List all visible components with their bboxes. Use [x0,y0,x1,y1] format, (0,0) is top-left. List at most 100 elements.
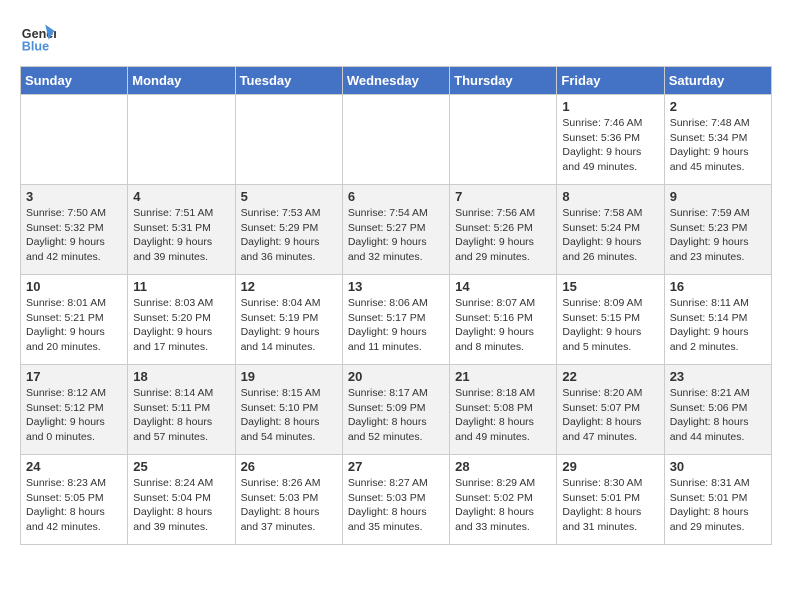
day-info: Sunrise: 7:50 AM Sunset: 5:32 PM Dayligh… [26,206,122,265]
calendar-week-row: 1 Sunrise: 7:46 AM Sunset: 5:36 PM Daylig… [21,95,772,185]
calendar-cell: 10 Sunrise: 8:01 AM Sunset: 5:21 PM Dayli… [21,275,128,365]
calendar-cell: 16 Sunrise: 8:11 AM Sunset: 5:14 PM Dayli… [664,275,771,365]
calendar-header-row: SundayMondayTuesdayWednesdayThursdayFrid… [21,67,772,95]
day-number: 10 [26,279,122,294]
day-info: Sunrise: 8:29 AM Sunset: 5:02 PM Dayligh… [455,476,551,535]
weekday-header: Thursday [450,67,557,95]
calendar-cell: 22 Sunrise: 8:20 AM Sunset: 5:07 PM Dayli… [557,365,664,455]
day-number: 13 [348,279,444,294]
day-number: 19 [241,369,337,384]
day-number: 1 [562,99,658,114]
day-number: 11 [133,279,229,294]
day-number: 8 [562,189,658,204]
day-info: Sunrise: 7:48 AM Sunset: 5:34 PM Dayligh… [670,116,766,175]
calendar-cell [235,95,342,185]
calendar-cell: 23Sunrise: 8:21 AM Sunset: 5:06 PM Dayli… [664,365,771,455]
day-number: 3 [26,189,122,204]
day-info: Sunrise: 7:54 AM Sunset: 5:27 PM Dayligh… [348,206,444,265]
calendar-week-row: 3 Sunrise: 7:50 AM Sunset: 5:32 PM Daylig… [21,185,772,275]
day-number: 9 [670,189,766,204]
calendar-cell [450,95,557,185]
calendar-cell: 13 Sunrise: 8:06 AM Sunset: 5:17 PM Dayli… [342,275,449,365]
day-info: Sunrise: 7:46 AM Sunset: 5:36 PM Dayligh… [562,116,658,175]
day-info: Sunrise: 8:23 AM Sunset: 5:05 PM Dayligh… [26,476,122,535]
day-number: 26 [241,459,337,474]
day-info: Sunrise: 7:59 AM Sunset: 5:23 PM Dayligh… [670,206,766,265]
calendar-cell: 27 Sunrise: 8:27 AM Sunset: 5:03 PM Dayli… [342,455,449,545]
weekday-header: Tuesday [235,67,342,95]
day-number: 24 [26,459,122,474]
calendar-cell: 28 Sunrise: 8:29 AM Sunset: 5:02 PM Dayli… [450,455,557,545]
calendar-cell: 7Sunrise: 7:56 AM Sunset: 5:26 PM Daylig… [450,185,557,275]
day-number: 20 [348,369,444,384]
day-info: Sunrise: 8:15 AM Sunset: 5:10 PM Dayligh… [241,386,337,445]
calendar-cell: 12 Sunrise: 8:04 AM Sunset: 5:19 PM Dayli… [235,275,342,365]
day-info: Sunrise: 8:27 AM Sunset: 5:03 PM Dayligh… [348,476,444,535]
day-number: 30 [670,459,766,474]
day-number: 15 [562,279,658,294]
weekday-header: Saturday [664,67,771,95]
calendar-cell: 9 Sunrise: 7:59 AM Sunset: 5:23 PM Daylig… [664,185,771,275]
calendar-cell: 4 Sunrise: 7:51 AM Sunset: 5:31 PM Daylig… [128,185,235,275]
day-info: Sunrise: 8:21 AM Sunset: 5:06 PM Dayligh… [670,386,766,445]
day-info: Sunrise: 8:31 AM Sunset: 5:01 PM Dayligh… [670,476,766,535]
logo-icon: General Blue [20,20,56,56]
day-info: Sunrise: 8:18 AM Sunset: 5:08 PM Dayligh… [455,386,551,445]
calendar-cell: 5 Sunrise: 7:53 AM Sunset: 5:29 PM Daylig… [235,185,342,275]
day-number: 18 [133,369,229,384]
calendar-week-row: 10 Sunrise: 8:01 AM Sunset: 5:21 PM Dayli… [21,275,772,365]
calendar-cell: 30 Sunrise: 8:31 AM Sunset: 5:01 PM Dayli… [664,455,771,545]
day-info: Sunrise: 8:06 AM Sunset: 5:17 PM Dayligh… [348,296,444,355]
day-number: 14 [455,279,551,294]
day-info: Sunrise: 8:12 AM Sunset: 5:12 PM Dayligh… [26,386,122,445]
calendar-cell [128,95,235,185]
day-number: 12 [241,279,337,294]
day-info: Sunrise: 8:04 AM Sunset: 5:19 PM Dayligh… [241,296,337,355]
day-number: 5 [241,189,337,204]
day-info: Sunrise: 8:03 AM Sunset: 5:20 PM Dayligh… [133,296,229,355]
day-info: Sunrise: 8:07 AM Sunset: 5:16 PM Dayligh… [455,296,551,355]
day-info: Sunrise: 7:53 AM Sunset: 5:29 PM Dayligh… [241,206,337,265]
calendar-cell: 1 Sunrise: 7:46 AM Sunset: 5:36 PM Daylig… [557,95,664,185]
day-number: 16 [670,279,766,294]
calendar-cell: 14 Sunrise: 8:07 AM Sunset: 5:16 PM Dayli… [450,275,557,365]
day-info: Sunrise: 7:51 AM Sunset: 5:31 PM Dayligh… [133,206,229,265]
calendar-cell: 6 Sunrise: 7:54 AM Sunset: 5:27 PM Daylig… [342,185,449,275]
day-info: Sunrise: 8:09 AM Sunset: 5:15 PM Dayligh… [562,296,658,355]
day-info: Sunrise: 7:58 AM Sunset: 5:24 PM Dayligh… [562,206,658,265]
weekday-header: Monday [128,67,235,95]
day-number: 2 [670,99,766,114]
day-info: Sunrise: 8:24 AM Sunset: 5:04 PM Dayligh… [133,476,229,535]
day-info: Sunrise: 8:01 AM Sunset: 5:21 PM Dayligh… [26,296,122,355]
calendar-week-row: 24 Sunrise: 8:23 AM Sunset: 5:05 PM Dayli… [21,455,772,545]
calendar-cell: 11 Sunrise: 8:03 AM Sunset: 5:20 PM Dayli… [128,275,235,365]
day-info: Sunrise: 8:20 AM Sunset: 5:07 PM Dayligh… [562,386,658,445]
day-info: Sunrise: 8:14 AM Sunset: 5:11 PM Dayligh… [133,386,229,445]
day-number: 22 [562,369,658,384]
calendar-cell: 21 Sunrise: 8:18 AM Sunset: 5:08 PM Dayli… [450,365,557,455]
calendar-cell: 15 Sunrise: 8:09 AM Sunset: 5:15 PM Dayli… [557,275,664,365]
day-info: Sunrise: 8:30 AM Sunset: 5:01 PM Dayligh… [562,476,658,535]
day-info: Sunrise: 8:17 AM Sunset: 5:09 PM Dayligh… [348,386,444,445]
day-number: 28 [455,459,551,474]
day-number: 27 [348,459,444,474]
calendar-week-row: 17 Sunrise: 8:12 AM Sunset: 5:12 PM Dayli… [21,365,772,455]
page-header: General Blue [20,20,772,56]
calendar-cell: 8 Sunrise: 7:58 AM Sunset: 5:24 PM Daylig… [557,185,664,275]
day-number: 4 [133,189,229,204]
calendar-cell: 18 Sunrise: 8:14 AM Sunset: 5:11 PM Dayli… [128,365,235,455]
day-info: Sunrise: 8:11 AM Sunset: 5:14 PM Dayligh… [670,296,766,355]
day-number: 7 [455,189,551,204]
calendar-cell [21,95,128,185]
day-number: 25 [133,459,229,474]
day-number: 21 [455,369,551,384]
calendar-cell: 29Sunrise: 8:30 AM Sunset: 5:01 PM Dayli… [557,455,664,545]
calendar-cell: 24 Sunrise: 8:23 AM Sunset: 5:05 PM Dayli… [21,455,128,545]
day-number: 6 [348,189,444,204]
logo: General Blue [20,20,56,56]
weekday-header: Friday [557,67,664,95]
day-number: 17 [26,369,122,384]
weekday-header: Wednesday [342,67,449,95]
calendar-cell: 3 Sunrise: 7:50 AM Sunset: 5:32 PM Daylig… [21,185,128,275]
calendar-cell: 26Sunrise: 8:26 AM Sunset: 5:03 PM Dayli… [235,455,342,545]
